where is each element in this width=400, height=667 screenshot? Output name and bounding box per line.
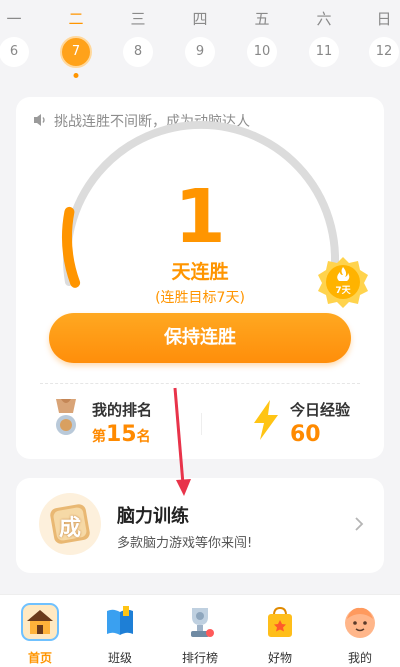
keep-streak-button[interactable]: 保持连胜: [49, 313, 351, 363]
exp-value: 60: [290, 422, 321, 447]
brain-training-card[interactable]: 成 脑力训练 多款脑力游戏等你来闯!: [16, 478, 384, 573]
date-9[interactable]: 9: [185, 37, 215, 67]
weekday-thu: 四: [192, 10, 208, 28]
rank-number: 15: [106, 422, 137, 447]
stats-divider: [40, 383, 360, 384]
rank-suffix: 名: [136, 429, 151, 445]
brain-training-title: 脑力训练: [117, 506, 189, 527]
tab-class[interactable]: 班级: [80, 595, 160, 667]
medal-label: 7天: [335, 286, 351, 296]
weekday-fri: 五: [254, 10, 270, 28]
chevron-right-icon: [354, 516, 364, 536]
idiom-char: 成: [58, 516, 81, 541]
weekday-sat: 六: [316, 10, 332, 28]
tab-class-label: 班级: [107, 651, 132, 665]
home-icon: [21, 603, 59, 641]
idiom-block-icon: 成: [38, 492, 102, 556]
streak-card: 挑战连胜不间断，成为动脑达人 1 天连胜 (连胜目标7天) 7天 保持连胜 我的…: [16, 97, 384, 459]
rank-prefix: 第: [92, 429, 106, 445]
tab-goods[interactable]: 好物: [240, 595, 320, 667]
rank-title: 我的排名: [92, 401, 153, 419]
date-7-selected[interactable]: 7: [60, 36, 92, 68]
tab-home[interactable]: 首页: [0, 595, 80, 667]
tab-me[interactable]: 我的: [320, 595, 400, 667]
week-strip: 一 二 三 四 五 六 日 6 7 8 9 10 11 12: [0, 0, 400, 95]
tab-home-label: 首页: [27, 651, 52, 665]
date-10[interactable]: 10: [247, 37, 277, 67]
exp-title: 今日经验: [290, 401, 351, 419]
stats-separator: [201, 413, 202, 435]
date-8[interactable]: 8: [123, 37, 153, 67]
date-12[interactable]: 12: [369, 37, 399, 67]
tab-leaderboard-label: 排行榜: [181, 651, 218, 665]
tab-goods-label: 好物: [267, 651, 292, 665]
lightning-icon: [254, 400, 278, 440]
streak-days-number: 1: [174, 174, 226, 260]
seven-day-medal-icon: 7天: [316, 255, 370, 309]
book-icon: [107, 606, 133, 635]
tab-me-label: 我的: [347, 651, 372, 665]
weekday-wed: 三: [130, 10, 146, 28]
weekday-sun: 日: [376, 10, 392, 28]
date-11[interactable]: 11: [309, 37, 339, 67]
weekday-tue: 二: [68, 10, 84, 28]
tab-leaderboard[interactable]: 排行榜: [160, 595, 240, 667]
avatar-icon: [345, 607, 375, 638]
trophy-icon: [191, 608, 214, 637]
bottom-tab-bar: 首页 班级 排行榜 好物 我的: [0, 594, 400, 667]
today-dot: [73, 73, 79, 78]
rank-medal-icon: [56, 399, 76, 435]
date-6[interactable]: 6: [0, 37, 29, 67]
rank-value: 第15名: [92, 422, 212, 447]
weekday-mon: 一: [6, 10, 22, 28]
brain-training-subtitle: 多款脑力游戏等你来闯!: [117, 536, 253, 551]
shopping-bag-icon: [268, 606, 292, 637]
